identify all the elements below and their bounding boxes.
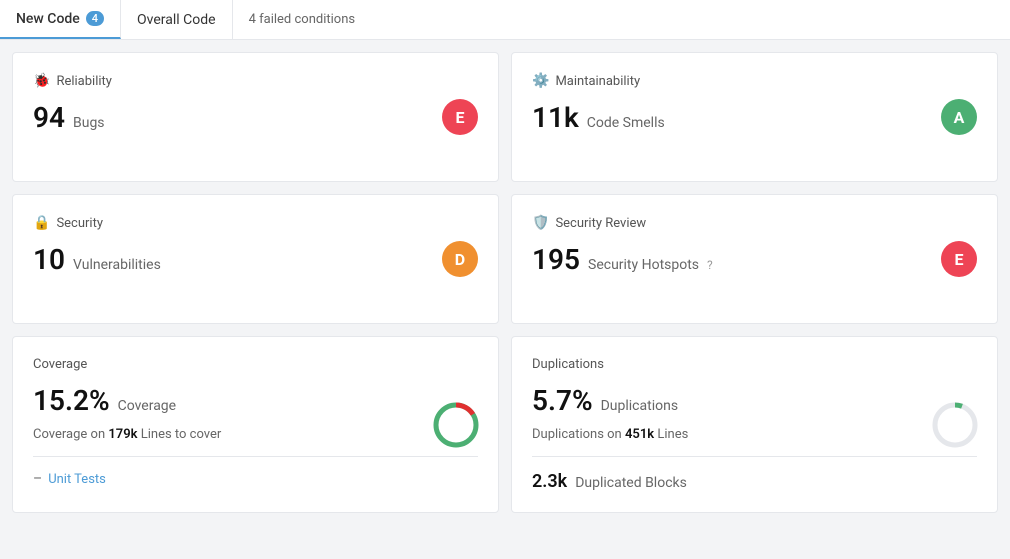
coverage-title: Coverage — [33, 357, 478, 372]
duplications-donut-container — [929, 399, 981, 451]
tab-new-code[interactable]: New Code 4 — [0, 0, 121, 39]
duplications-blocks-value: 2.3k — [532, 471, 567, 492]
maintainability-title: ⚙️ Maintainability — [532, 73, 977, 89]
coverage-value: 15.2% — [33, 384, 110, 417]
duplications-blocks-label: Duplicated Blocks — [575, 475, 687, 491]
reliability-grade: E — [442, 99, 478, 135]
coverage-sub: Coverage on 179k Lines to cover — [33, 427, 478, 442]
main-content: 🐞 Reliability 94 Bugs E ⚙️ Maintainabili… — [0, 40, 1010, 525]
tab-overall-code-label: Overall Code — [137, 12, 216, 28]
top-bar: New Code 4 Overall Code 4 failed conditi… — [0, 0, 1010, 40]
unit-tests-dash: – — [33, 471, 42, 487]
security-review-label: Security Hotspots — [588, 257, 699, 273]
coverage-card: Coverage 15.2% Coverage Coverage on 179k… — [12, 336, 499, 513]
maintainability-label: Code Smells — [587, 115, 665, 131]
coverage-donut-container — [430, 399, 482, 451]
security-review-grade: E — [941, 241, 977, 277]
security-review-value: 195 — [532, 243, 580, 276]
security-card: 🔒 Security 10 Vulnerabilities D — [12, 194, 499, 324]
duplications-blocks-row: 2.3k Duplicated Blocks — [532, 471, 977, 492]
security-metric: 10 Vulnerabilities — [33, 243, 478, 276]
reliability-label: Bugs — [73, 115, 105, 131]
tab-new-code-badge: 4 — [86, 11, 104, 26]
coverage-donut-svg — [430, 399, 482, 451]
security-label: Vulnerabilities — [73, 257, 161, 273]
duplications-title: Duplications — [532, 357, 977, 372]
tab-new-code-label: New Code — [16, 11, 80, 27]
reliability-title: 🐞 Reliability — [33, 73, 478, 89]
security-review-icon: 🛡️ — [532, 215, 549, 231]
security-value: 10 — [33, 243, 65, 276]
coverage-label: Coverage — [118, 398, 176, 414]
maintainability-grade: A — [941, 99, 977, 135]
security-review-card: 🛡️ Security Review 195 Security Hotspots… — [511, 194, 998, 324]
reliability-metric: 94 Bugs — [33, 101, 478, 134]
duplications-value: 5.7% — [532, 384, 593, 417]
security-review-title: 🛡️ Security Review — [532, 215, 977, 231]
unit-tests-row: – Unit Tests — [33, 471, 478, 487]
maintainability-value: 11k — [532, 101, 579, 134]
tab-overall-code[interactable]: Overall Code — [121, 0, 233, 39]
duplications-divider — [532, 456, 977, 457]
reliability-value: 94 — [33, 101, 65, 134]
maintainability-icon: ⚙️ — [532, 73, 549, 89]
security-review-help-icon[interactable]: ? — [707, 258, 713, 272]
duplications-sub: Duplications on 451k Lines — [532, 427, 977, 442]
reliability-card: 🐞 Reliability 94 Bugs E — [12, 52, 499, 182]
duplications-label: Duplications — [601, 398, 678, 414]
failed-conditions: 4 failed conditions — [233, 0, 372, 39]
security-review-metric: 195 Security Hotspots ? — [532, 243, 977, 276]
coverage-divider — [33, 456, 478, 457]
security-title: 🔒 Security — [33, 215, 478, 231]
duplications-card: Duplications 5.7% Duplications Duplicati… — [511, 336, 998, 513]
unit-tests-link[interactable]: Unit Tests — [48, 472, 106, 487]
maintainability-card: ⚙️ Maintainability 11k Code Smells A — [511, 52, 998, 182]
coverage-metric: 15.2% Coverage — [33, 384, 478, 417]
security-grade: D — [442, 241, 478, 277]
security-icon: 🔒 — [33, 215, 50, 231]
duplications-donut-svg — [929, 399, 981, 451]
duplications-metric: 5.7% Duplications — [532, 384, 977, 417]
maintainability-metric: 11k Code Smells — [532, 101, 977, 134]
reliability-icon: 🐞 — [33, 73, 50, 89]
